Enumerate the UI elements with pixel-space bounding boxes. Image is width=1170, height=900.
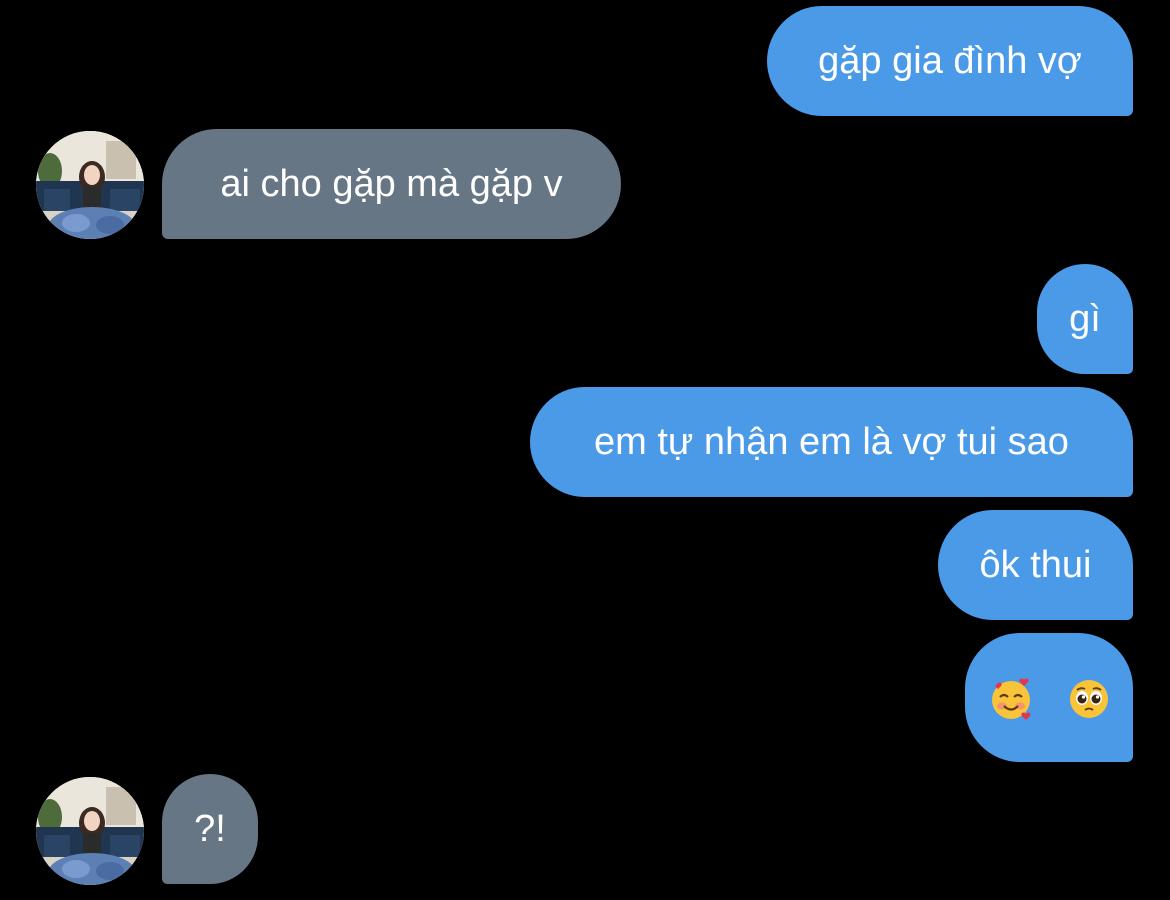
message-text: ôk thui (979, 544, 1092, 586)
avatar[interactable] (36, 777, 144, 885)
outgoing-message-bubble[interactable]: ôk thui (938, 510, 1133, 620)
message-text: gì (1069, 298, 1101, 340)
outgoing-message-bubble[interactable] (965, 633, 1133, 762)
outgoing-message-bubble[interactable]: gặp gia đình vợ (767, 6, 1133, 116)
contact-avatar-photo (36, 777, 144, 885)
message-text: ai cho gặp mà gặp v (220, 163, 563, 205)
message-text: em tự nhận em là vợ tui sao (594, 421, 1069, 463)
message-text: gặp gia đình vợ (818, 40, 1082, 82)
avatar[interactable] (36, 131, 144, 239)
outgoing-message-bubble[interactable]: gì (1037, 264, 1133, 374)
incoming-message-bubble[interactable]: ?! (162, 774, 258, 884)
contact-avatar-photo (36, 131, 144, 239)
incoming-message-bubble[interactable]: ai cho gặp mà gặp v (162, 129, 621, 239)
message-text: ?! (194, 808, 226, 850)
pleading-face-icon (1069, 679, 1108, 718)
outgoing-message-bubble[interactable]: em tự nhận em là vợ tui sao (530, 387, 1133, 497)
smiling-face-with-hearts-icon (992, 678, 1031, 720)
